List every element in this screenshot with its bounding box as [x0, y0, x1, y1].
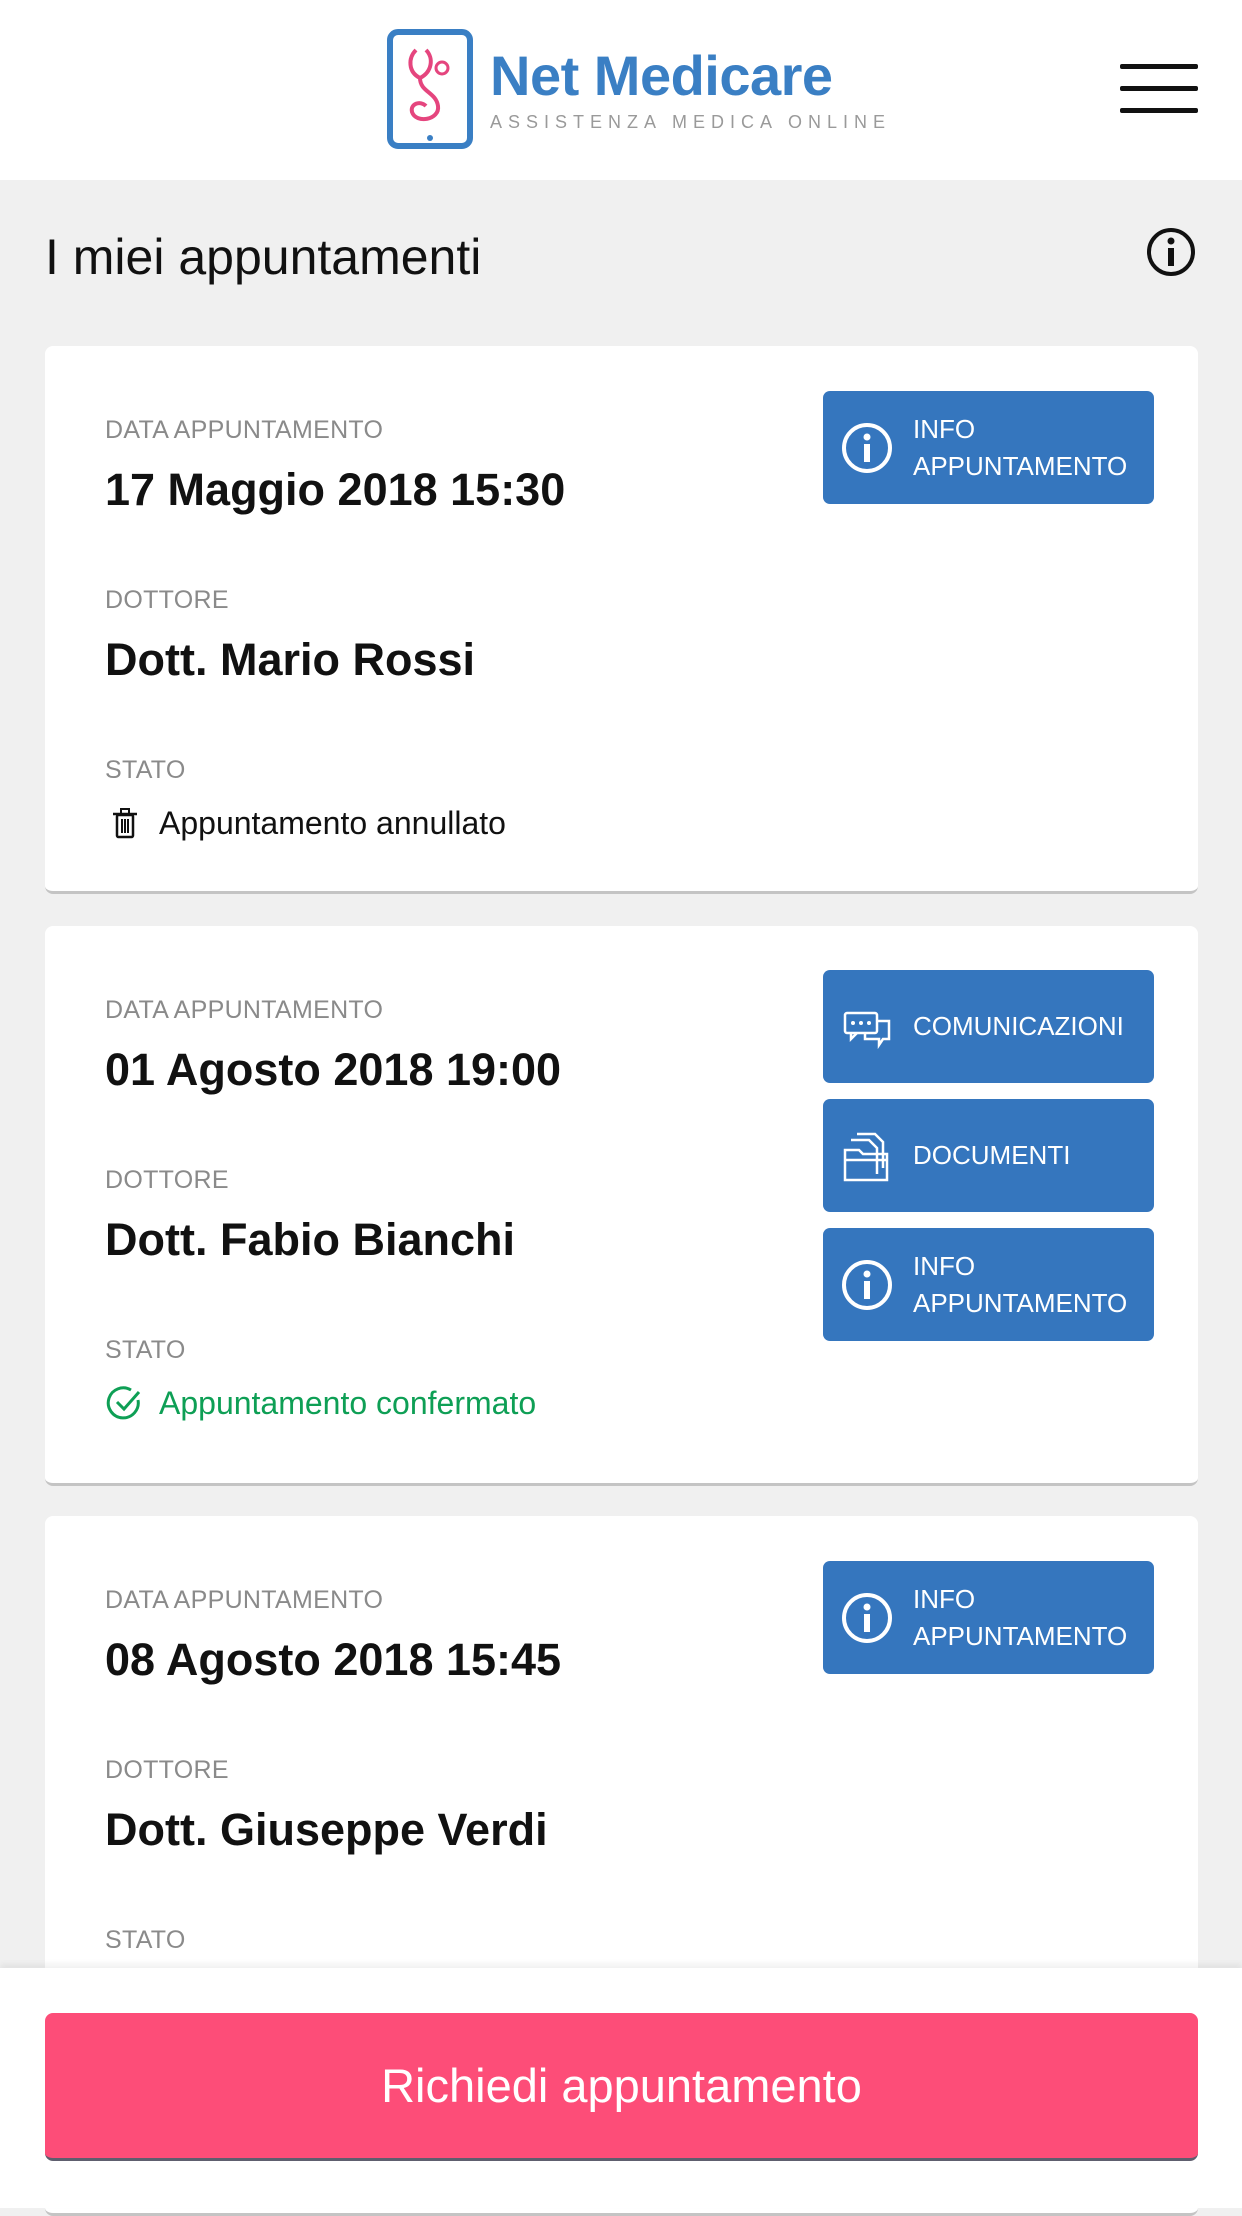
brand-subtitle: ASSISTENZA MEDICA ONLINE [490, 111, 892, 132]
status-label: STATO [105, 1926, 186, 1954]
button-label: INFO APPUNTAMENTO [913, 1583, 1128, 1651]
appointment-card: DATA APPUNTAMENTO 01 Agosto 2018 19:00 D… [45, 926, 1198, 1486]
appointment-date: 08 Agosto 2018 15:45 [105, 1634, 562, 1685]
info-appointment-button[interactable]: INFO APPUNTAMENTO [823, 1561, 1154, 1674]
brand-logo[interactable]: Net Medicare ASSISTENZA MEDICA ONLINE [386, 28, 891, 150]
app-header: Net Medicare ASSISTENZA MEDICA ONLINE [0, 0, 1242, 180]
date-label: DATA APPUNTAMENTO [105, 996, 384, 1024]
communications-button[interactable]: COMUNICAZIONI [823, 970, 1154, 1083]
stethoscope-tablet-icon [387, 29, 473, 149]
appointment-date: 01 Agosto 2018 19:00 [105, 1044, 562, 1095]
status-label: STATO [105, 756, 186, 784]
info-circle-icon [842, 1592, 892, 1643]
status-value: Appuntamento annullato [159, 804, 506, 841]
documents-button[interactable]: DOCUMENTI [823, 1099, 1154, 1212]
info-appointment-button[interactable]: INFO APPUNTAMENTO [823, 1228, 1154, 1341]
info-circle-icon [842, 422, 892, 473]
button-label: COMUNICAZIONI [913, 1011, 1124, 1041]
hamburger-menu-icon[interactable] [1120, 62, 1198, 116]
page-title: I miei appuntamenti [45, 229, 482, 285]
chat-bubbles-icon [843, 1011, 891, 1049]
date-label: DATA APPUNTAMENTO [105, 416, 384, 444]
status-text: Appuntamento confermato [105, 1383, 536, 1423]
appointment-card: DATA APPUNTAMENTO 17 Maggio 2018 15:30 D… [45, 346, 1198, 894]
doctor-label: DOTTORE [105, 1756, 229, 1784]
trash-icon [113, 808, 137, 839]
status-label: STATO [105, 1336, 186, 1364]
request-appointment-button[interactable]: Richiedi appuntamento [45, 2013, 1198, 2161]
doctor-name: Dott. Mario Rossi [105, 634, 476, 685]
check-circle-icon [106, 1386, 141, 1420]
button-label: INFO APPUNTAMENTO [913, 413, 1128, 481]
doctor-label: DOTTORE [105, 1166, 229, 1194]
info-circle-icon[interactable] [1145, 226, 1197, 278]
info-circle-icon [842, 1259, 892, 1310]
doctor-label: DOTTORE [105, 586, 229, 614]
info-appointment-button[interactable]: INFO APPUNTAMENTO [823, 391, 1154, 504]
button-label: INFO APPUNTAMENTO [913, 1250, 1128, 1318]
button-label: DOCUMENTI [913, 1140, 1071, 1170]
appointment-date: 17 Maggio 2018 15:30 [105, 464, 566, 515]
folders-icon [843, 1132, 889, 1181]
brand-title: Net Medicare [490, 43, 833, 107]
status-text: Appuntamento annullato [105, 803, 506, 843]
bottom-action-bar: Richiedi appuntamento [0, 1968, 1242, 2208]
date-label: DATA APPUNTAMENTO [105, 1586, 384, 1614]
doctor-name: Dott. Giuseppe Verdi [105, 1804, 548, 1855]
status-value: Appuntamento confermato [159, 1384, 537, 1421]
doctor-name: Dott. Fabio Bianchi [105, 1214, 515, 1265]
